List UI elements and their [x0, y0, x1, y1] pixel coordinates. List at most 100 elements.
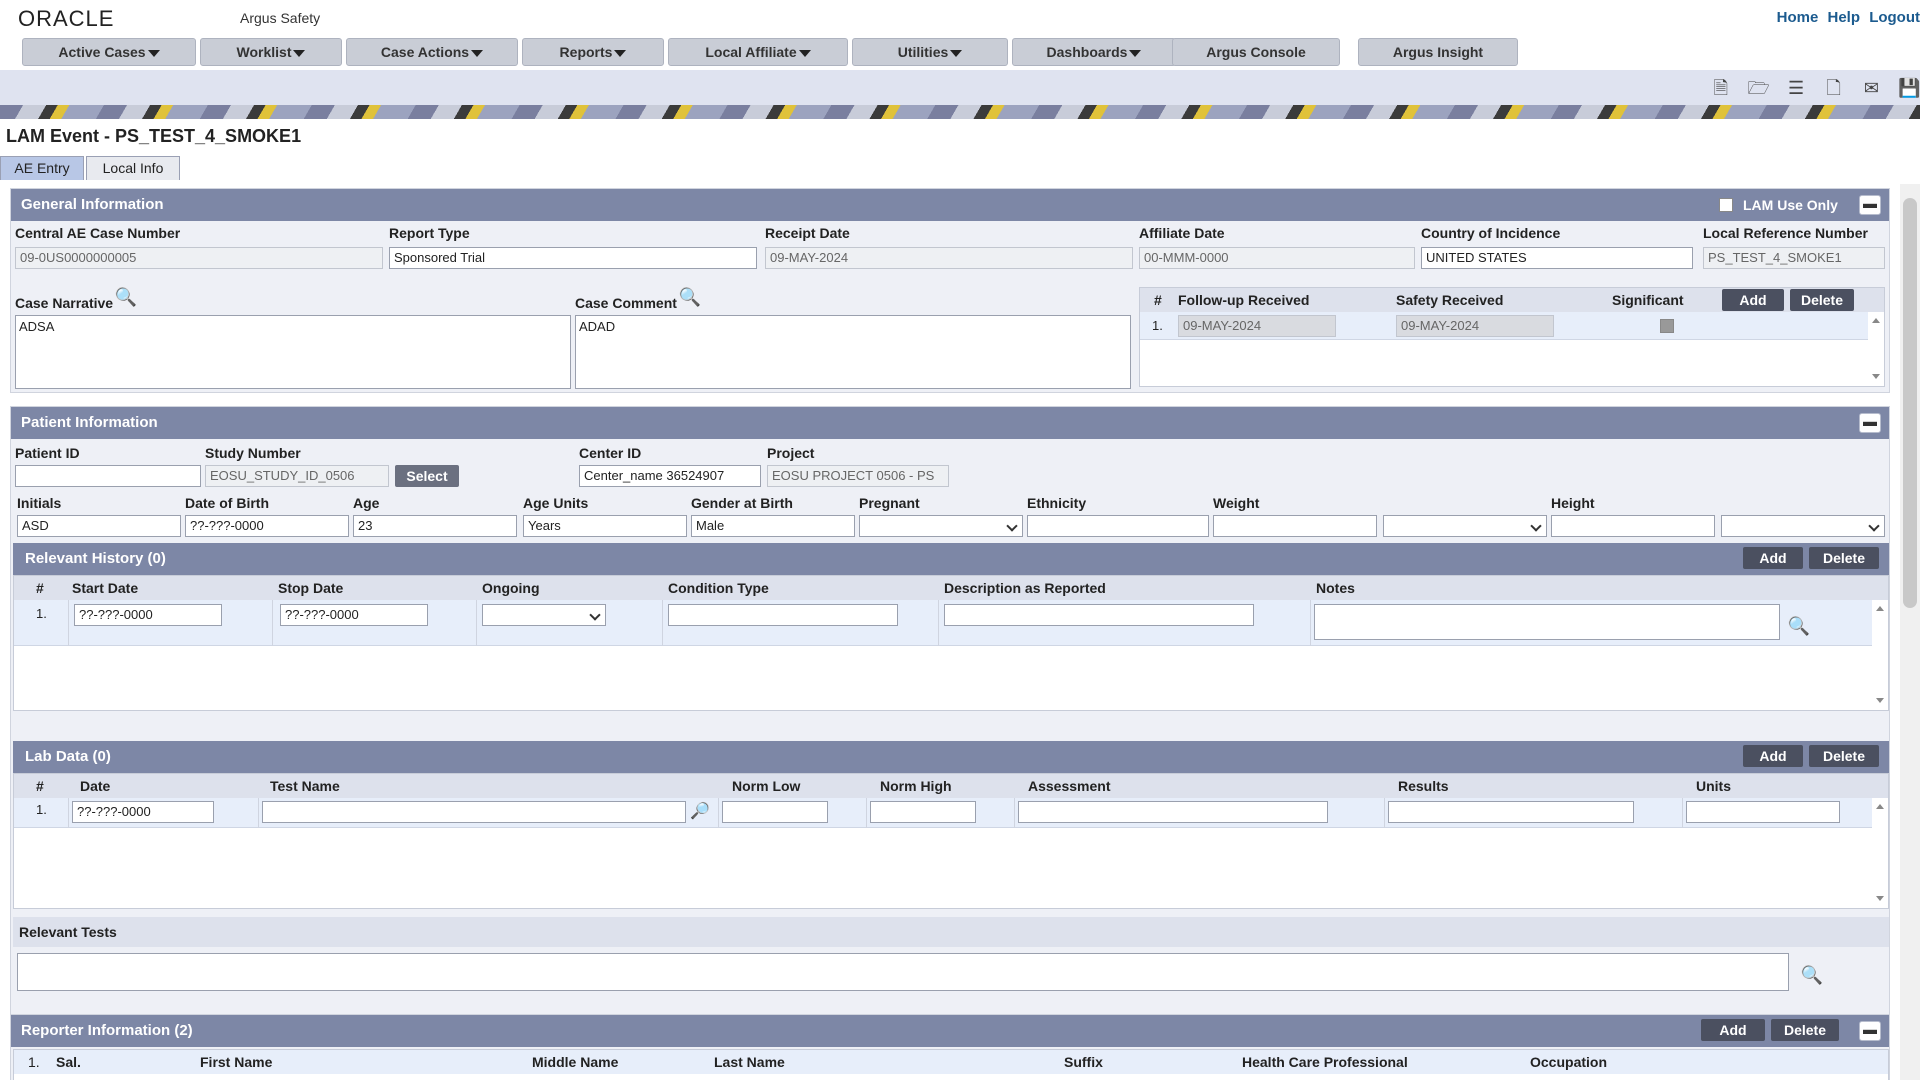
receipt-date-field[interactable]: 09-MAY-2024: [765, 247, 1133, 269]
results-field[interactable]: [1388, 801, 1634, 823]
tab-local-info[interactable]: Local Info: [86, 156, 180, 180]
initials-field[interactable]: ASD: [17, 515, 181, 537]
add-history-button[interactable]: Add: [1743, 547, 1803, 569]
add-followup-button[interactable]: Add: [1722, 289, 1784, 311]
column-divider: [68, 600, 69, 646]
gender-field[interactable]: Male: [691, 515, 855, 537]
pregnant-select[interactable]: [859, 515, 1023, 537]
case-list-icon[interactable]: ☰: [1785, 77, 1807, 99]
affiliate-date-field[interactable]: 00-MMM-0000: [1139, 247, 1415, 269]
delete-history-button[interactable]: Delete: [1809, 547, 1879, 569]
case-narrative-textarea[interactable]: ADSA: [15, 315, 571, 389]
menu-argus-insight[interactable]: Argus Insight: [1358, 38, 1518, 66]
scrollbar-thumb[interactable]: [1903, 198, 1917, 608]
menu-dashboards[interactable]: Dashboards: [1012, 38, 1176, 66]
history-row[interactable]: 1. ??-???-0000 ??-???-0000 🔍: [14, 600, 1888, 646]
select-study-button[interactable]: Select: [395, 465, 459, 487]
inbox-icon[interactable]: ✉: [1860, 77, 1882, 99]
col-condition-type: Condition Type: [668, 580, 769, 596]
binoculars-icon[interactable]: 🔍: [111, 285, 141, 309]
height-label: Height: [1551, 495, 1595, 511]
units-field[interactable]: [1686, 801, 1840, 823]
scroll-up-icon[interactable]: [1876, 606, 1884, 611]
relevant-tests-textarea[interactable]: [17, 953, 1789, 991]
test-name-field[interactable]: [262, 801, 686, 823]
ethnicity-field[interactable]: [1027, 515, 1209, 537]
norm-high-field[interactable]: [870, 801, 976, 823]
followup-scrollbar[interactable]: [1868, 312, 1884, 386]
ongoing-select[interactable]: [482, 604, 606, 626]
col-stop-date: Stop Date: [278, 580, 344, 596]
history-scrollbar[interactable]: [1872, 600, 1888, 710]
project-field[interactable]: EOSU PROJECT 0506 - PS: [767, 465, 949, 487]
followup-row[interactable]: 1. 09-MAY-2024 09-MAY-2024: [1140, 312, 1884, 340]
lab-row[interactable]: 1. ??-???-0000 🔎: [14, 798, 1888, 828]
oracle-logo: ORACLE: [18, 6, 115, 31]
delete-followup-button[interactable]: Delete: [1790, 289, 1854, 311]
lab-date-field[interactable]: ??-???-0000: [72, 801, 214, 823]
affiliate-date-label: Affiliate Date: [1139, 225, 1225, 241]
collapse-button[interactable]: ▬: [1859, 1021, 1881, 1041]
case-narrative-label: Case Narrative: [15, 295, 114, 311]
col-suffix: Suffix: [1064, 1054, 1103, 1070]
scroll-down-icon[interactable]: [1872, 374, 1880, 379]
collapse-button[interactable]: ▬: [1859, 195, 1881, 215]
binoculars-icon[interactable]: 🔍: [675, 285, 705, 309]
logout-link[interactable]: Logout: [1869, 9, 1920, 26]
center-id-field[interactable]: Center_name 36524907: [579, 465, 761, 487]
delete-lab-button[interactable]: Delete: [1809, 745, 1879, 767]
significant-checkbox[interactable]: [1660, 319, 1674, 333]
menu-reports[interactable]: Reports: [522, 38, 664, 66]
menu-case-actions[interactable]: Case Actions: [346, 38, 518, 66]
age-field[interactable]: 23: [353, 515, 517, 537]
height-field[interactable]: [1551, 515, 1715, 537]
lab-scrollbar[interactable]: [1872, 798, 1888, 908]
scroll-down-icon[interactable]: [1876, 698, 1884, 703]
binoculars-icon[interactable]: 🔍: [1784, 614, 1814, 638]
binoculars-icon[interactable]: 🔍: [1797, 963, 1827, 987]
norm-low-field[interactable]: [722, 801, 828, 823]
height-unit-select[interactable]: [1721, 515, 1885, 537]
menu-utilities[interactable]: Utilities: [852, 38, 1008, 66]
search-icon[interactable]: 🔎: [688, 801, 712, 823]
new-document-icon[interactable]: 🗋: [1823, 77, 1845, 99]
add-lab-button[interactable]: Add: [1743, 745, 1803, 767]
assessment-field[interactable]: [1018, 801, 1328, 823]
menu-argus-console[interactable]: Argus Console: [1172, 38, 1340, 66]
weight-unit-select[interactable]: [1383, 515, 1547, 537]
report-type-field[interactable]: Sponsored Trial: [389, 247, 757, 269]
menu-local-affiliate[interactable]: Local Affiliate: [668, 38, 848, 66]
scroll-up-icon[interactable]: [1872, 318, 1880, 323]
start-date-field[interactable]: ??-???-0000: [74, 604, 222, 626]
safety-received-field[interactable]: 09-MAY-2024: [1396, 315, 1554, 337]
help-link[interactable]: Help: [1828, 9, 1861, 26]
weight-field[interactable]: [1213, 515, 1377, 537]
collapse-button[interactable]: ▬: [1859, 413, 1881, 433]
followup-received-field[interactable]: 09-MAY-2024: [1178, 315, 1336, 337]
case-comment-textarea[interactable]: ADAD: [575, 315, 1131, 389]
central-case-field[interactable]: 09-0US0000000005: [15, 247, 383, 269]
new-case-icon[interactable]: 🗎: [1710, 77, 1732, 99]
scroll-down-icon[interactable]: [1876, 896, 1884, 901]
condition-type-field[interactable]: [668, 604, 898, 626]
page-scrollbar[interactable]: [1900, 184, 1920, 1080]
delete-reporter-button[interactable]: Delete: [1771, 1019, 1839, 1041]
add-reporter-button[interactable]: Add: [1701, 1019, 1765, 1041]
age-units-field[interactable]: Years: [523, 515, 687, 537]
scroll-up-icon[interactable]: [1876, 804, 1884, 809]
stop-date-field[interactable]: ??-???-0000: [280, 604, 428, 626]
notes-field[interactable]: [1314, 604, 1780, 640]
lam-use-only-checkbox[interactable]: [1719, 198, 1733, 212]
local-ref-field[interactable]: PS_TEST_4_SMOKE1: [1703, 247, 1885, 269]
patient-id-field[interactable]: [15, 465, 201, 487]
menu-worklist[interactable]: Worklist: [200, 38, 342, 66]
save-icon[interactable]: 💾: [1898, 77, 1920, 99]
study-number-field[interactable]: EOSU_STUDY_ID_0506: [205, 465, 389, 487]
menu-active-cases[interactable]: Active Cases: [22, 38, 196, 66]
home-link[interactable]: Home: [1777, 9, 1819, 26]
country-field[interactable]: UNITED STATES: [1421, 247, 1693, 269]
description-field[interactable]: [944, 604, 1254, 626]
tab-ae-entry[interactable]: AE Entry: [0, 156, 84, 180]
open-case-icon[interactable]: 🗁: [1748, 77, 1770, 99]
date-of-birth-field[interactable]: ??-???-0000: [185, 515, 349, 537]
